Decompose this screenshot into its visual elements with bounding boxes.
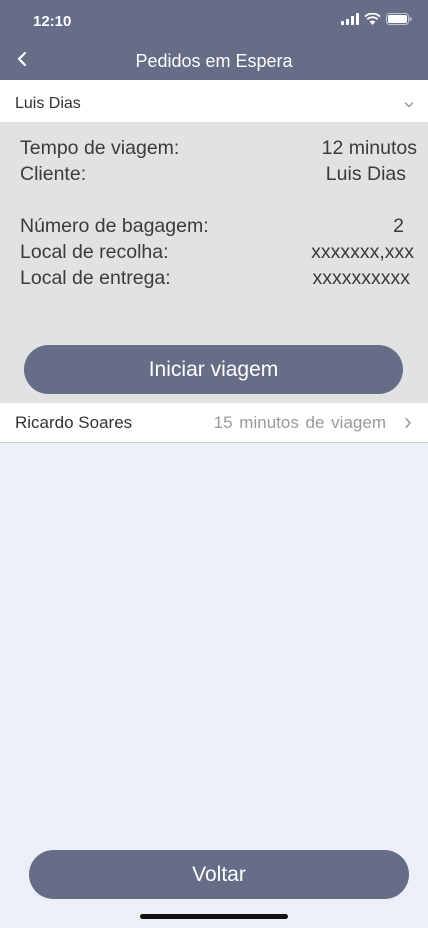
chevron-right-icon[interactable] (404, 416, 412, 434)
client-value: Luis Dias (325, 163, 406, 185)
status-icons (341, 12, 412, 30)
battery-icon (386, 12, 412, 30)
detail-dropoff: Local de entrega: xxxxxxxxxx (20, 267, 414, 291)
status-time: 12:10 (33, 13, 72, 30)
dropoff-label: Local de entrega: (20, 267, 171, 289)
travel-time-value: 12 minutos (321, 137, 417, 159)
luggage-label: Número de bagagem: (20, 215, 209, 237)
luggage-value: 2 (393, 215, 404, 237)
travel-time-label: Tempo de viagem: (20, 137, 180, 159)
request-row-expanded[interactable]: Luis Dias (0, 80, 428, 122)
wifi-icon (364, 12, 381, 30)
request-name: Ricardo Soares (15, 413, 133, 432)
home-indicator[interactable] (140, 914, 288, 919)
request-row[interactable]: Ricardo Soares 15 minutos de viagem (0, 403, 428, 443)
signal-icon (341, 12, 359, 30)
detail-pickup: Local de recolha: xxxxxxx,xxx (20, 241, 414, 265)
request-name: Luis Dias (15, 95, 81, 112)
detail-travel-time: Tempo de viagem: 12 minutos (20, 137, 417, 161)
start-trip-button[interactable]: Iniciar viagem (24, 345, 403, 394)
detail-client: Cliente: Luis Dias (20, 163, 414, 187)
pickup-value: xxxxxxx,xxx (311, 241, 414, 263)
request-details: Tempo de viagem: 12 minutos Cliente: Lui… (0, 122, 428, 403)
trip-duration: 15 minutos de viagem (213, 413, 386, 432)
page-title: Pedidos em Espera (135, 51, 293, 71)
detail-luggage: Número de bagagem: 2 (20, 215, 414, 239)
chevron-down-icon[interactable] (404, 96, 414, 114)
app-header: 12:10 Pedidos em Espera (0, 0, 428, 80)
pickup-label: Local de recolha: (20, 241, 169, 263)
back-footer-button[interactable]: Voltar (29, 850, 409, 899)
dropoff-value: xxxxxxxxxx (312, 267, 411, 289)
client-label: Cliente: (20, 163, 87, 185)
